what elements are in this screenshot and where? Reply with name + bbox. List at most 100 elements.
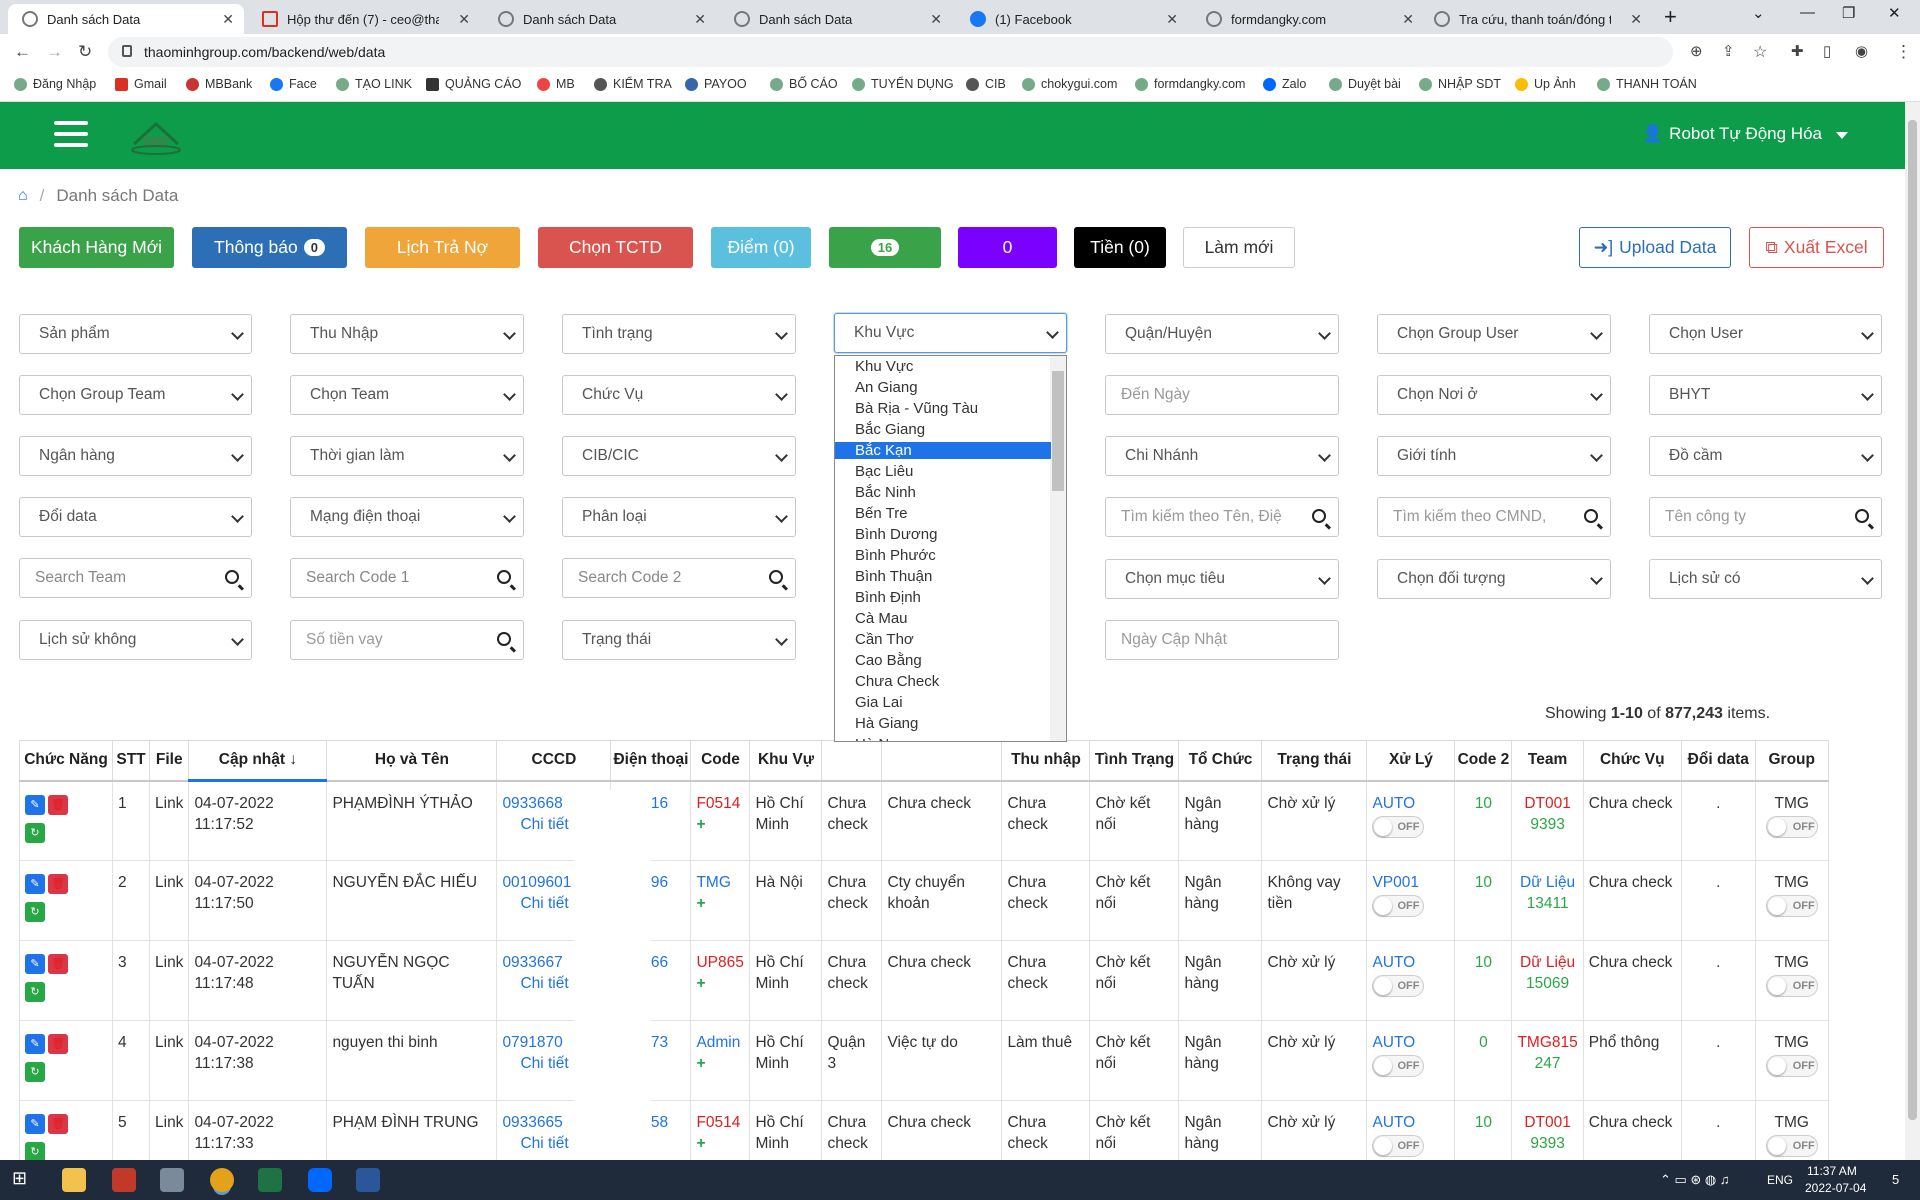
handler-toggle[interactable]: OFF bbox=[1372, 1135, 1425, 1157]
add-icon[interactable]: + bbox=[696, 973, 744, 994]
notify-button[interactable]: Thông báo 0 bbox=[192, 227, 347, 268]
new-customer-button[interactable]: Khách Hàng Mới bbox=[19, 227, 174, 268]
bookmark-item[interactable]: THANH TOÁN bbox=[1597, 77, 1697, 91]
group-toggle[interactable]: OFF bbox=[1765, 815, 1818, 838]
dropdown-option[interactable]: Hà Nam bbox=[855, 736, 910, 741]
edit-icon[interactable]: ✎ bbox=[25, 954, 45, 974]
dropdown-option[interactable]: Bắc Giang bbox=[855, 421, 925, 438]
handler-toggle[interactable]: OFF bbox=[1372, 975, 1425, 997]
edit-icon[interactable]: ✎ bbox=[25, 794, 45, 815]
edit-icon[interactable]: ✎ bbox=[25, 874, 45, 894]
file-cell[interactable]: Link bbox=[148, 1020, 190, 1101]
detail-link[interactable]: Chi tiết bbox=[502, 1135, 568, 1152]
group-toggle[interactable]: OFF bbox=[1765, 895, 1818, 917]
id-number[interactable]: 0933667 bbox=[502, 954, 562, 971]
clock-time[interactable]: 11:37 AM bbox=[1807, 1164, 1857, 1178]
history-no-select[interactable]: Lịch sử không bbox=[19, 620, 252, 660]
star-icon[interactable]: ☆ bbox=[1753, 42, 1767, 62]
dropdown-option[interactable]: Bình Phước bbox=[855, 547, 936, 564]
search-icon[interactable] bbox=[497, 632, 511, 646]
region-dropdown-list[interactable]: Khu Vực An Giang Bà Rịa - Vũng Tàu Bắc Gian… bbox=[834, 355, 1067, 742]
handler-toggle[interactable]: OFF bbox=[1372, 815, 1425, 838]
dropdown-option[interactable]: Bà Rịa - Vũng Tàu bbox=[855, 400, 978, 417]
region-select[interactable]: Khu Vực bbox=[834, 313, 1067, 353]
profile-icon[interactable]: ◉ bbox=[1855, 42, 1868, 60]
gender-select[interactable]: Giới tính bbox=[1377, 436, 1611, 476]
delete-icon[interactable]: 🗑 bbox=[48, 1114, 68, 1134]
search-icon[interactable] bbox=[1312, 509, 1326, 523]
export-excel-button[interactable]: ⧉ Xuất Excel bbox=[1749, 227, 1884, 268]
back-icon[interactable]: ← bbox=[14, 42, 31, 62]
clock-date[interactable]: 2022-07-04 bbox=[1805, 1181, 1866, 1195]
dropdown-scroll-thumb[interactable] bbox=[1052, 371, 1064, 491]
caret-down-icon[interactable] bbox=[1836, 132, 1848, 139]
bookmark-item[interactable]: MB bbox=[537, 77, 575, 91]
id-number[interactable]: 00109601 bbox=[502, 874, 571, 891]
reload-icon[interactable]: ↻ bbox=[78, 42, 92, 62]
file-explorer-icon[interactable] bbox=[62, 1168, 86, 1192]
team-select[interactable]: Chọn Team bbox=[290, 375, 524, 415]
word-icon[interactable] bbox=[356, 1168, 380, 1192]
browser-tab[interactable]: formdangky.com ✕ bbox=[1192, 4, 1424, 34]
minimize-icon[interactable]: — bbox=[1800, 4, 1815, 21]
delete-icon[interactable]: 🗑 bbox=[48, 1034, 68, 1054]
purple-count-button[interactable]: 0 bbox=[958, 227, 1057, 268]
column-header[interactable]: Cập nhật ↓ bbox=[188, 740, 328, 782]
dropdown-option[interactable]: Gia Lai bbox=[855, 694, 903, 711]
menu-icon[interactable]: ⋮ bbox=[1895, 42, 1912, 62]
dropdown-option[interactable]: An Giang bbox=[855, 379, 918, 396]
bank-select[interactable]: Ngân hàng bbox=[19, 436, 252, 476]
browser-tab[interactable]: Hộp thư đến (7) - ceo@thaomi ✕ bbox=[248, 4, 480, 34]
green-count-button[interactable]: 16 bbox=[829, 227, 941, 268]
user-menu[interactable]: 👤 Robot Tự Động Hóa bbox=[1642, 124, 1822, 144]
product-select[interactable]: Sản phẩm bbox=[19, 314, 252, 354]
team-value[interactable]: DT001 bbox=[1524, 795, 1571, 812]
pawn-select[interactable]: Đồ cầm bbox=[1649, 436, 1882, 476]
refresh-icon[interactable]: ↻ bbox=[25, 982, 45, 1002]
search-icon[interactable] bbox=[1584, 509, 1598, 523]
loan-amount-input[interactable]: Số tiền vay bbox=[290, 620, 524, 660]
bookmark-item[interactable]: QUẢNG CÁO bbox=[426, 77, 521, 91]
money-button[interactable]: Tiền (0) bbox=[1074, 227, 1166, 268]
bookmark-item[interactable]: Face bbox=[270, 77, 317, 91]
tray-icons[interactable]: ⌃ ▭ ⊛ ◍ ♫ bbox=[1660, 1172, 1730, 1188]
work-time-select[interactable]: Thời gian làm bbox=[290, 436, 524, 476]
extensions-icon[interactable]: ✚ bbox=[1791, 42, 1804, 60]
detail-link[interactable]: Chi tiết bbox=[502, 895, 568, 912]
residence-select[interactable]: Chọn Nơi ở bbox=[1377, 375, 1611, 415]
detail-link[interactable]: Chi tiết bbox=[502, 1055, 568, 1072]
team-value[interactable]: TMG815 bbox=[1517, 1034, 1577, 1051]
browser-tab[interactable]: Danh sách Data ✕ bbox=[484, 4, 716, 34]
edit-icon[interactable]: ✎ bbox=[25, 1114, 45, 1134]
dropdown-option[interactable]: Bến Tre bbox=[855, 505, 908, 522]
refresh-icon[interactable]: ↻ bbox=[25, 822, 45, 843]
add-icon[interactable]: + bbox=[696, 1053, 744, 1074]
add-icon[interactable]: + bbox=[696, 1133, 744, 1154]
edit-icon[interactable]: ✎ bbox=[25, 1034, 45, 1054]
detail-link[interactable]: Chi tiết bbox=[502, 816, 568, 833]
search-icon[interactable] bbox=[497, 570, 511, 584]
windows-start-icon[interactable]: ⊞ bbox=[12, 1168, 36, 1192]
notification-count[interactable]: 5 bbox=[1892, 1172, 1899, 1187]
delete-icon[interactable]: 🗑 bbox=[48, 794, 68, 815]
browser-tab[interactable]: Danh sách Data ✕ bbox=[720, 4, 952, 34]
refresh-button[interactable]: Làm mới bbox=[1183, 227, 1295, 268]
id-number[interactable]: 0791870 bbox=[502, 1034, 562, 1051]
id-number[interactable]: 0933668 bbox=[502, 795, 562, 812]
sidepanel-icon[interactable]: ▯ bbox=[1823, 42, 1831, 60]
dropdown-option[interactable]: Bắc Kạn bbox=[835, 442, 1051, 459]
income-select[interactable]: Thu Nhập bbox=[290, 314, 524, 354]
new-tab-icon[interactable]: + bbox=[1664, 4, 1677, 30]
forward-icon[interactable]: → bbox=[46, 42, 63, 62]
handler-link[interactable]: AUTO bbox=[1372, 795, 1415, 812]
app-icon[interactable] bbox=[112, 1168, 136, 1192]
code-value[interactable]: F0514 bbox=[696, 1114, 740, 1131]
select-tctd-button[interactable]: Chọn TCTD bbox=[538, 227, 693, 268]
bookmark-item[interactable]: Duyệt bài bbox=[1329, 77, 1401, 91]
dropdown-scrollbar[interactable] bbox=[1050, 356, 1066, 741]
close-icon[interactable]: ✕ bbox=[684, 11, 716, 28]
search-name-input[interactable]: Tìm kiếm theo Tên, Điệ bbox=[1105, 497, 1339, 537]
url-field[interactable]: thaominhgroup.com/backend/web/data bbox=[108, 37, 1673, 67]
handler-link[interactable]: VP001 bbox=[1372, 874, 1419, 891]
dropdown-option[interactable]: Bình Định bbox=[855, 589, 921, 606]
